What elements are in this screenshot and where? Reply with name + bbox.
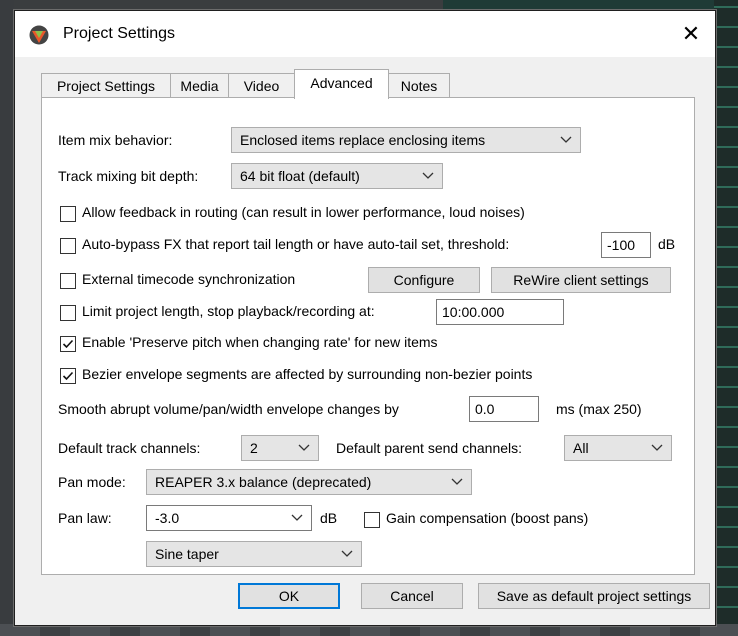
pan-mode-label: Pan mode: — [58, 474, 126, 490]
track-channels-label: Default track channels: — [58, 440, 201, 456]
pan-law-label: Pan law: — [58, 510, 112, 526]
track-channels-value: 2 — [250, 440, 258, 456]
feedback-checkbox[interactable] — [60, 206, 76, 222]
limit-length-label: Limit project length, stop playback/reco… — [82, 303, 375, 319]
item-mix-label: Item mix behavior: — [58, 132, 173, 148]
autobypass-unit: dB — [658, 236, 676, 252]
chevron-down-icon — [651, 444, 663, 451]
autobypass-label: Auto-bypass FX that report tail length o… — [82, 236, 510, 252]
title-bar[interactable]: Project Settings ✕ — [15, 11, 715, 57]
cancel-button[interactable]: Cancel — [361, 583, 463, 609]
close-icon: ✕ — [681, 21, 701, 46]
item-mix-value: Enclosed items replace enclosing items — [240, 132, 486, 148]
parent-send-select[interactable]: All — [564, 435, 672, 461]
pan-taper-value: Sine taper — [155, 546, 219, 562]
chevron-down-icon — [291, 514, 303, 521]
tab-notes[interactable]: Notes — [388, 73, 450, 98]
checkmark-icon — [62, 339, 74, 349]
ext-timecode-checkbox[interactable] — [60, 273, 76, 289]
rewire-settings-button[interactable]: ReWire client settings — [491, 267, 671, 293]
item-mix-select[interactable]: Enclosed items replace enclosing items — [231, 127, 581, 153]
pan-mode-select[interactable]: REAPER 3.x balance (deprecated) — [146, 469, 472, 495]
chevron-down-icon — [341, 550, 353, 557]
configure-button[interactable]: Configure — [368, 267, 480, 293]
close-button[interactable]: ✕ — [677, 21, 705, 47]
tab-media[interactable]: Media — [170, 73, 229, 98]
preserve-pitch-checkbox[interactable] — [60, 336, 76, 352]
autobypass-threshold-input[interactable]: -100 — [601, 232, 651, 258]
bit-depth-select[interactable]: 64 bit float (default) — [231, 163, 443, 189]
smooth-suffix: ms (max 250) — [556, 401, 642, 417]
chevron-down-icon — [298, 444, 310, 451]
gain-comp-label: Gain compensation (boost pans) — [386, 510, 589, 526]
advanced-panel: Item mix behavior: Enclosed items replac… — [41, 97, 695, 575]
pan-mode-value: REAPER 3.x balance (deprecated) — [155, 474, 372, 490]
parent-send-label: Default parent send channels: — [336, 440, 523, 456]
project-settings-dialog: Project Settings ✕ Project Settings Medi… — [14, 10, 716, 626]
gain-comp-checkbox[interactable] — [364, 512, 380, 528]
autobypass-checkbox[interactable] — [60, 238, 76, 254]
pan-law-value: -3.0 — [155, 510, 180, 526]
pan-law-unit: dB — [320, 510, 338, 526]
limit-length-checkbox[interactable] — [60, 305, 76, 321]
background-app-tracks — [714, 0, 738, 636]
parent-send-value: All — [573, 440, 589, 456]
limit-length-input[interactable]: 10:00.000 — [436, 299, 564, 325]
track-channels-select[interactable]: 2 — [241, 435, 319, 461]
save-default-button[interactable]: Save as default project settings — [478, 583, 710, 609]
pan-taper-select[interactable]: Sine taper — [146, 541, 362, 567]
background-app-strip — [0, 0, 738, 10]
tab-video[interactable]: Video — [228, 73, 295, 98]
bezier-checkbox[interactable] — [60, 368, 76, 384]
tab-advanced[interactable]: Advanced — [294, 69, 389, 99]
smooth-ms-input[interactable]: 0.0 — [469, 396, 539, 422]
preserve-pitch-label: Enable 'Preserve pitch when changing rat… — [82, 334, 438, 350]
chevron-down-icon — [451, 478, 463, 485]
bezier-label: Bezier envelope segments are affected by… — [82, 366, 533, 382]
background-app-left — [0, 0, 14, 636]
chevron-down-icon — [422, 172, 434, 179]
bit-depth-label: Track mixing bit depth: — [58, 168, 199, 184]
tab-project-settings[interactable]: Project Settings — [41, 73, 171, 98]
window-title: Project Settings — [63, 25, 176, 42]
checkmark-icon — [62, 371, 74, 381]
smooth-label: Smooth abrupt volume/pan/width envelope … — [58, 401, 399, 417]
pan-law-select[interactable]: -3.0 — [146, 505, 312, 531]
ok-button[interactable]: OK — [238, 583, 340, 609]
feedback-label: Allow feedback in routing (can result in… — [82, 204, 525, 220]
chevron-down-icon — [560, 136, 572, 143]
bit-depth-value: 64 bit float (default) — [240, 168, 360, 184]
reaper-logo-icon — [29, 25, 49, 45]
ext-timecode-label: External timecode synchronization — [82, 271, 296, 287]
